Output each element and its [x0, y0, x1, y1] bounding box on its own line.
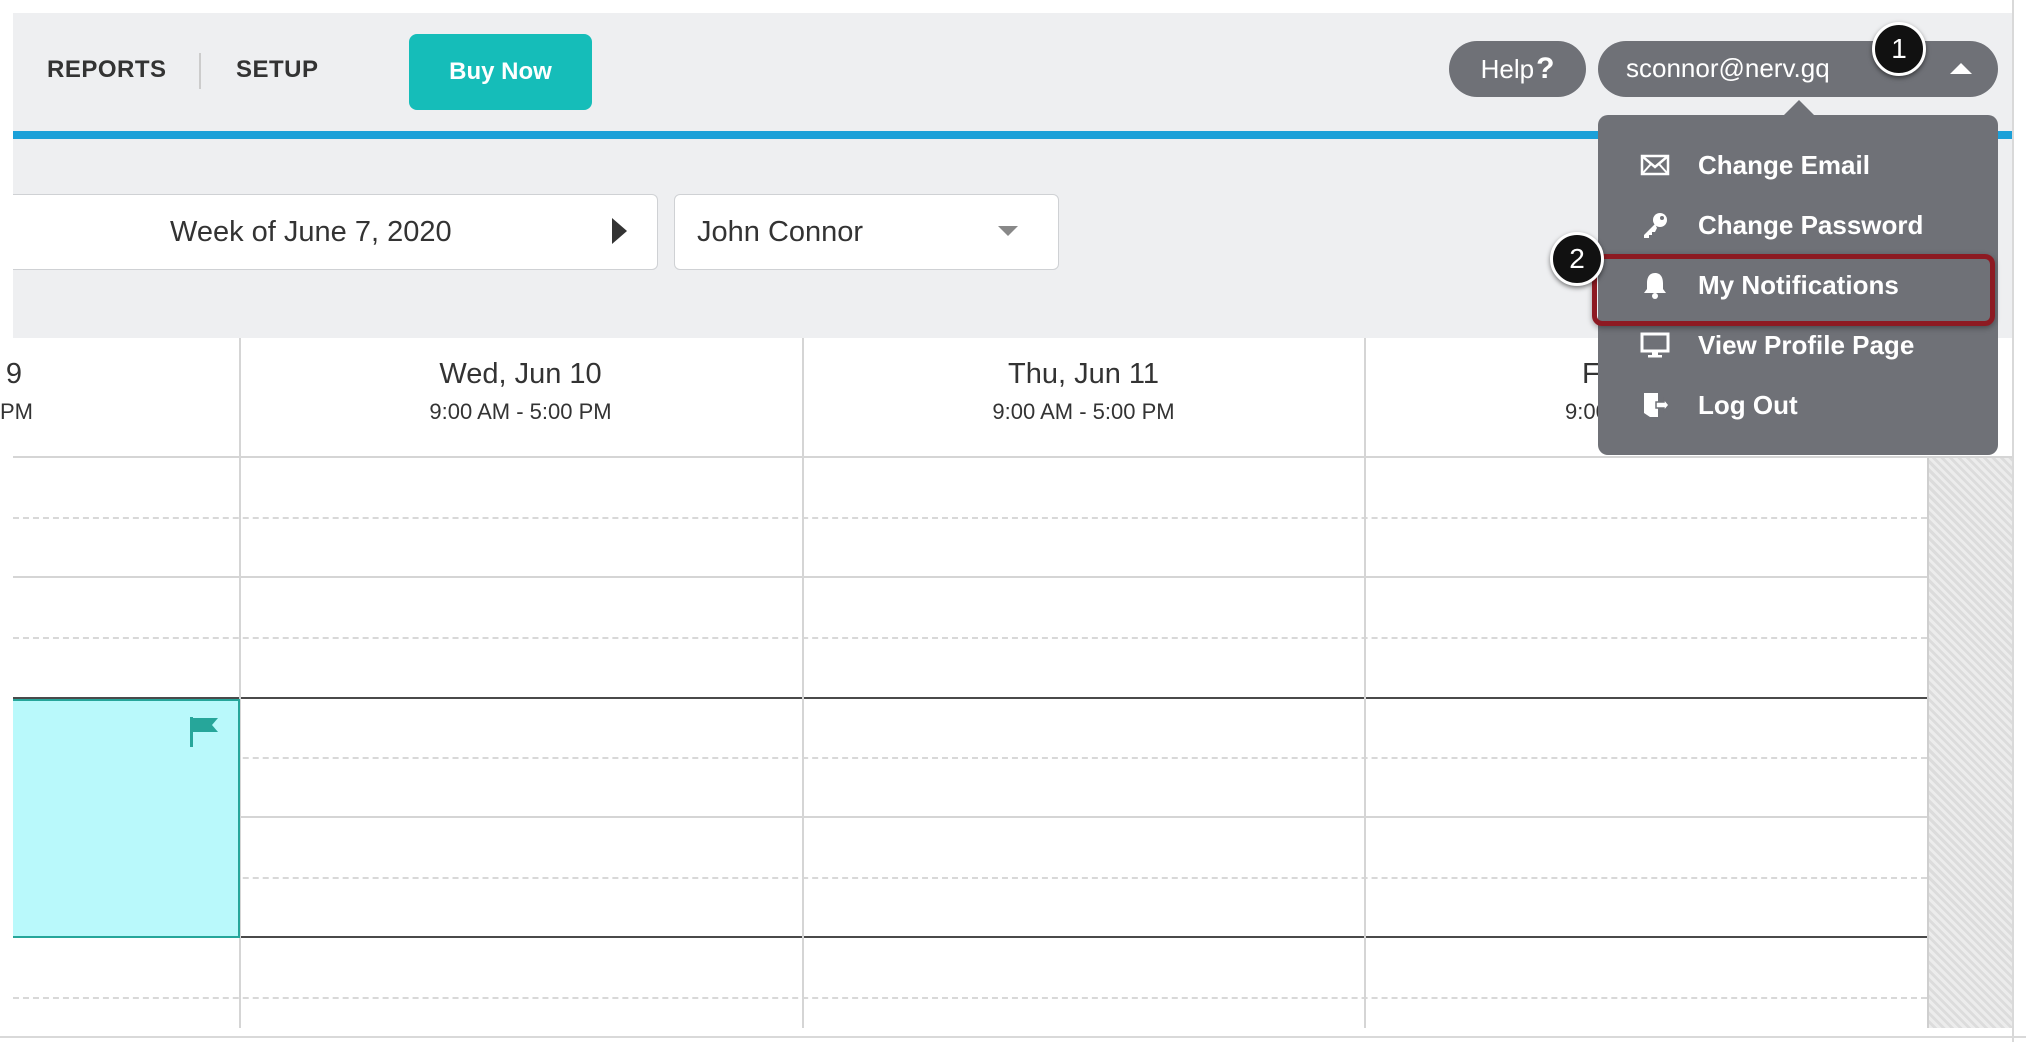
menu-item-label: Log Out [1698, 389, 1798, 420]
step-badge-2: 2 [1550, 232, 1604, 286]
row-divider [13, 576, 1927, 578]
column-day: 9 [5, 358, 23, 390]
menu-item-label: Change Email [1698, 149, 1870, 180]
menu-item-view-profile[interactable]: View Profile Page [1638, 325, 1914, 365]
caret-up-icon [1950, 63, 1972, 74]
column-header-wed: Wed, Jun 10 9:00 AM - 5:00 PM [240, 358, 801, 425]
menu-item-log-out[interactable]: Log Out [1638, 385, 1798, 425]
frame-edge [2012, 0, 2014, 1042]
nav-reports[interactable]: REPORTS [47, 56, 167, 84]
step-badge-1: 1 [1872, 22, 1926, 76]
menu-item-change-password[interactable]: Change Password [1638, 205, 1923, 245]
logout-icon [1638, 388, 1672, 422]
next-week-arrow-icon[interactable] [612, 218, 627, 244]
flag-icon [190, 717, 218, 747]
user-email: sconnor@nerv.gq [1626, 53, 1830, 83]
question-mark-icon: ? [1536, 52, 1555, 85]
nav-divider [199, 53, 201, 89]
user-menu-button[interactable]: sconnor@nerv.gq [1598, 41, 1998, 97]
chevron-down-icon [998, 226, 1018, 236]
envelope-icon [1638, 148, 1672, 182]
column-day: Wed, Jun 10 [439, 358, 602, 390]
week-label: Week of June 7, 2020 [170, 216, 452, 248]
column-divider [802, 338, 804, 1028]
half-hour-divider [13, 637, 1927, 639]
column-header-thu: Thu, Jun 11 9:00 AM - 5:00 PM [803, 358, 1364, 425]
column-divider [1364, 338, 1366, 1028]
row-divider [13, 456, 2012, 458]
highlight-box [1592, 254, 1995, 326]
column-hours: 9:00 AM - 5:00 PM [992, 399, 1175, 424]
half-hour-divider [13, 517, 1927, 519]
column-hours: 9:00 AM - 5:00 PM [429, 399, 612, 424]
monitor-icon [1638, 328, 1672, 362]
frame-edge [0, 1036, 2026, 1038]
nav-setup[interactable]: SETUP [236, 56, 319, 84]
half-hour-divider [13, 997, 1927, 999]
row-divider [13, 697, 2012, 699]
half-hour-divider [13, 877, 1927, 879]
menu-item-change-email[interactable]: Change Email [1638, 145, 1870, 185]
row-divider [13, 936, 2012, 938]
column-day: Thu, Jun 11 [1007, 358, 1159, 390]
column-header-tue: 9 PM [0, 358, 33, 425]
row-divider [13, 816, 1927, 818]
help-label: Help [1480, 53, 1535, 84]
help-button[interactable]: Help? [1449, 41, 1586, 97]
menu-item-label: Change Password [1698, 209, 1924, 240]
buy-now-button[interactable]: Buy Now [409, 34, 592, 110]
half-hour-divider [13, 757, 1927, 759]
unavailable-hatched-area [1927, 458, 2014, 1028]
column-hours: PM [0, 399, 33, 424]
menu-item-label: View Profile Page [1698, 329, 1915, 360]
key-icon [1638, 208, 1672, 242]
person-selected-value: John Connor [697, 216, 864, 248]
